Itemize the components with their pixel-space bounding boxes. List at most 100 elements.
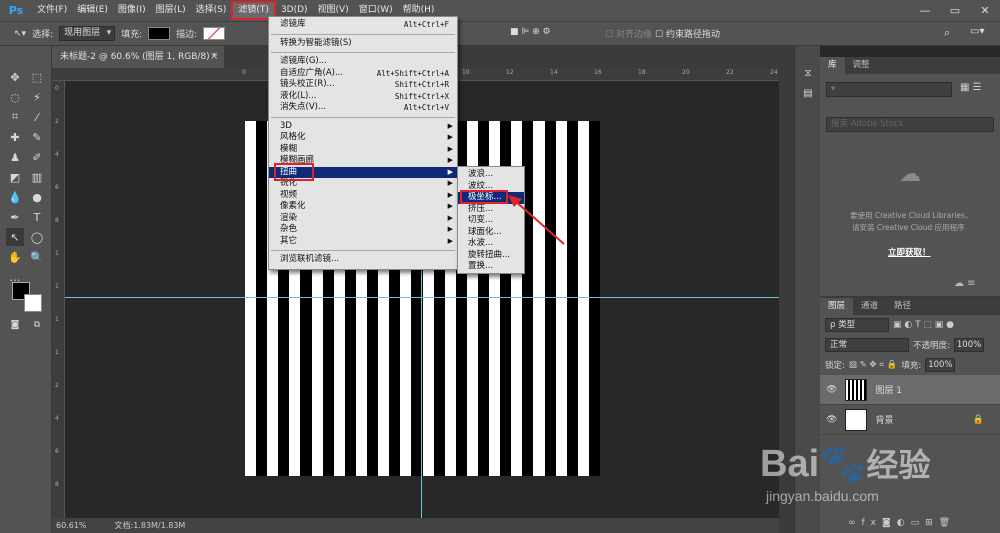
menu-liquify[interactable]: 液化(L)... Shift+Ctrl+X: [269, 91, 457, 103]
menu-pixelate[interactable]: 像素化 ▶: [269, 201, 457, 213]
layer-name[interactable]: 图层 1: [875, 383, 902, 396]
align-edges-checkbox[interactable]: ☐ 对齐边缘: [605, 27, 652, 40]
document-tab[interactable]: 未标题-2 @ 60.6% (图层 1, RGB/8) *: [52, 46, 224, 68]
brush-tool-icon[interactable]: ✎: [28, 128, 46, 146]
horizontal-guide[interactable]: [65, 297, 779, 298]
menu-select[interactable]: 选择(S): [191, 0, 232, 21]
menu-vanishing-point[interactable]: 消失点(V)... Alt+Ctrl+V: [269, 102, 457, 114]
menu-noise[interactable]: 杂色 ▶: [269, 224, 457, 236]
gradient-tool-icon[interactable]: ▥: [28, 168, 46, 186]
tab-channels[interactable]: 通道: [853, 298, 886, 315]
fx-icon[interactable]: fx: [862, 518, 883, 528]
path-select-tool-icon[interactable]: ↖▾: [14, 29, 26, 39]
pen-tool-icon[interactable]: ✒: [6, 208, 24, 226]
menu-lens-correction[interactable]: 镜头校正(R)... Shift+Ctrl+R: [269, 79, 457, 91]
screen-mode-icon[interactable]: ⧉: [28, 316, 46, 334]
menu-convert-smart-filter[interactable]: 转换为智能滤镜(S): [269, 38, 457, 50]
marquee-tool-icon[interactable]: ⬚: [28, 68, 46, 86]
fill-input[interactable]: 100%: [925, 358, 956, 372]
constrain-path-checkbox[interactable]: ☐ 约束路径拖动: [655, 27, 720, 40]
menu-browse-online-filters[interactable]: 浏览联机滤镜...: [269, 254, 457, 266]
library-dropdown[interactable]: ▾: [826, 82, 952, 97]
lasso-tool-icon[interactable]: ◌: [6, 88, 24, 106]
lock-icons[interactable]: ▨ ✎ ✥ ⌗ 🔒: [849, 360, 897, 370]
menu-adaptive-wide-angle[interactable]: 自适应广角(A)... Alt+Shift+Ctrl+A: [269, 68, 457, 80]
adjustment-icon[interactable]: ◐: [897, 518, 911, 528]
menu-edit[interactable]: 编辑(E): [72, 0, 113, 21]
menu-video[interactable]: 视频 ▶: [269, 190, 457, 202]
dodge-tool-icon[interactable]: ●: [28, 188, 46, 206]
select-dropdown[interactable]: 现用图层: [59, 26, 116, 41]
background-color-swatch[interactable]: [24, 294, 42, 312]
cc-sync-icon[interactable]: ☁ ≡: [954, 278, 976, 289]
link-icon[interactable]: ∞: [848, 518, 862, 528]
close-window-button[interactable]: ✕: [970, 0, 1000, 21]
crop-tool-icon[interactable]: ⌗: [6, 108, 24, 126]
search-icon[interactable]: ⌕: [944, 26, 950, 40]
tab-close-icon[interactable]: ×: [210, 46, 218, 68]
path-selection-tool-icon[interactable]: ↖: [6, 228, 24, 246]
stock-search-input[interactable]: 搜索 Adobe Stock: [826, 117, 994, 132]
eyedropper-icon[interactable]: ⁄: [28, 108, 46, 126]
eraser-tool-icon[interactable]: ◩: [6, 168, 24, 186]
ellipse-tool-icon[interactable]: ◯: [28, 228, 46, 246]
zoom-level[interactable]: 60.61%: [56, 518, 87, 533]
layer-filter-row: ρ 类型 ▣ ◐ T ⬚ ▣ ●: [820, 315, 1000, 335]
eye-icon[interactable]: 👁: [826, 385, 837, 395]
tab-library[interactable]: 库: [820, 57, 845, 74]
layer-filter-dropdown[interactable]: ρ 类型: [825, 318, 889, 332]
menu-other[interactable]: 其它 ▶: [269, 236, 457, 248]
menu-image[interactable]: 图像(I): [113, 0, 151, 21]
zoom-tool-icon[interactable]: 🔍: [28, 248, 46, 266]
ruler-mark: 1: [55, 283, 59, 290]
stamp-tool-icon[interactable]: ♟: [6, 148, 24, 166]
menu-file[interactable]: 文件(F): [32, 0, 72, 21]
ruler-mark: 22: [726, 69, 734, 76]
get-now-link[interactable]: 立即获取！: [888, 246, 931, 258]
mask-icon[interactable]: ◙: [882, 518, 897, 528]
library-message-line2: 请安装 Creative Cloud 应用程序: [852, 223, 965, 232]
path-ops-icon[interactable]: ■ ⊫ ⊕ ⚙: [510, 27, 551, 37]
tab-paths[interactable]: 路径: [886, 298, 919, 315]
group-icon[interactable]: ▭: [911, 518, 926, 528]
move-tool-icon[interactable]: ✥: [6, 68, 24, 86]
document-info[interactable]: 文档:1.83M/1.83M: [115, 518, 186, 533]
menu-displace[interactable]: 置换...: [458, 261, 524, 273]
blend-mode-dropdown[interactable]: 正常: [825, 338, 909, 352]
menu-filter-gallery-last[interactable]: 滤镜库 Alt+Ctrl+F: [269, 19, 457, 31]
eye-icon[interactable]: 👁: [826, 415, 837, 425]
filter-icons[interactable]: ▣ ◐ T ⬚ ▣ ●: [893, 320, 954, 330]
healing-brush-icon[interactable]: ✚: [6, 128, 24, 146]
menu-3d[interactable]: 3D ▶: [269, 121, 457, 133]
blur-tool-icon[interactable]: 💧: [6, 188, 24, 206]
opacity-input[interactable]: 100%: [953, 338, 984, 352]
menu-stylize[interactable]: 风格化 ▶: [269, 132, 457, 144]
history-panel-icon[interactable]: ⧖: [799, 64, 817, 82]
trash-icon[interactable]: 🗑: [939, 518, 956, 528]
tab-layers[interactable]: 图层: [820, 298, 854, 315]
quick-mask-icon[interactable]: ◙: [6, 316, 24, 334]
menu-filter-gallery[interactable]: 滤镜库(G)...: [269, 56, 457, 68]
maximize-button[interactable]: ▭: [940, 0, 970, 21]
fill-swatch[interactable]: [148, 27, 171, 40]
tab-adjustments[interactable]: 调整: [845, 57, 878, 74]
menu-twirl[interactable]: 旋转扭曲...: [458, 250, 524, 262]
properties-panel-icon[interactable]: ▤: [799, 84, 817, 102]
menu-wave[interactable]: 波浪...: [458, 169, 524, 181]
menu-render[interactable]: 渲染 ▶: [269, 213, 457, 225]
menu-blur[interactable]: 模糊 ▶: [269, 144, 457, 156]
menu-layer[interactable]: 图层(L): [151, 0, 191, 21]
layer-row[interactable]: 👁 图层 1: [820, 375, 1000, 405]
layer-row[interactable]: 👁 背景 🔒: [820, 405, 1000, 435]
new-layer-icon[interactable]: ⊞: [925, 518, 939, 528]
grid-view-icon[interactable]: ▦ ☰: [960, 82, 982, 93]
type-tool-icon[interactable]: T: [28, 208, 46, 226]
workspace-icon[interactable]: ▭▾: [970, 26, 984, 37]
stroke-swatch[interactable]: [203, 27, 226, 40]
minimize-button[interactable]: —: [910, 0, 940, 21]
magic-wand-icon[interactable]: ⚡: [28, 88, 46, 106]
layer-name[interactable]: 背景: [875, 413, 893, 426]
history-brush-icon[interactable]: ✐: [28, 148, 46, 166]
hand-tool-icon[interactable]: ✋: [6, 248, 24, 266]
ruler-mark: 14: [550, 69, 558, 76]
